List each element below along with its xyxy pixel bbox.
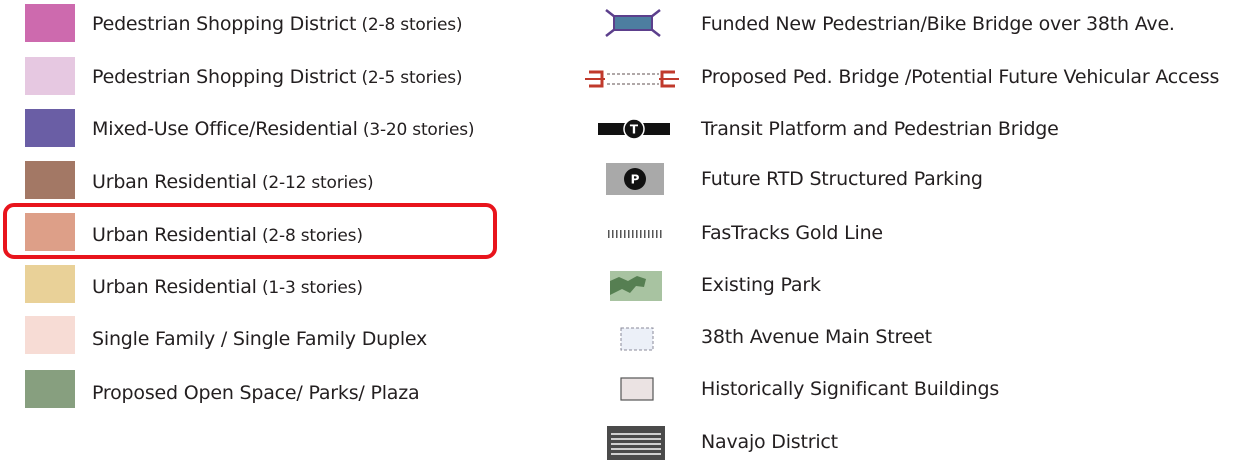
svg-text:P: P — [631, 173, 640, 187]
park-icon — [610, 271, 662, 301]
legend-item-rtd-parking: P Future RTD Structured Parking — [0, 161, 1255, 201]
parking-icon: P — [606, 163, 664, 195]
legend-label: Funded New Pedestrian/Bike Bridge over 3… — [701, 13, 1175, 35]
legend-item-navajo-district: Navajo District — [0, 420, 1255, 460]
svg-text:T: T — [630, 123, 639, 137]
legend-item-historic-buildings: Historically Significant Buildings — [0, 370, 1255, 410]
historic-building-icon — [620, 377, 654, 401]
legend-label: Navajo District — [701, 431, 838, 453]
navajo-district-icon — [607, 426, 665, 460]
legend-label: 38th Avenue Main Street — [701, 326, 932, 348]
legend-item-transit-platform: T Transit Platform and Pedestrian Bridge — [0, 109, 1255, 149]
legend-label: Transit Platform and Pedestrian Bridge — [701, 118, 1059, 140]
rail-line-icon — [608, 230, 662, 238]
legend-item-gold-line: FasTracks Gold Line — [0, 213, 1255, 253]
transit-platform-icon: T — [598, 118, 670, 140]
legend-item-funded-bridge: Funded New Pedestrian/Bike Bridge over 3… — [0, 4, 1255, 44]
legend-item-proposed-bridge: Proposed Ped. Bridge /Potential Future V… — [0, 57, 1255, 97]
legend-label: Existing Park — [701, 274, 821, 296]
legend-label: FasTracks Gold Line — [701, 222, 883, 244]
legend-label: Future RTD Structured Parking — [701, 168, 983, 190]
proposed-bridge-icon — [585, 70, 679, 88]
main-street-icon — [620, 327, 654, 351]
map-legend: Pedestrian Shopping District (2-8 storie… — [0, 0, 1255, 466]
bridge-icon — [605, 9, 661, 37]
legend-item-main-street: 38th Avenue Main Street — [0, 316, 1255, 356]
legend-label: Historically Significant Buildings — [701, 378, 1000, 400]
legend-item-existing-park: Existing Park — [0, 265, 1255, 305]
legend-label: Proposed Ped. Bridge /Potential Future V… — [701, 66, 1220, 88]
